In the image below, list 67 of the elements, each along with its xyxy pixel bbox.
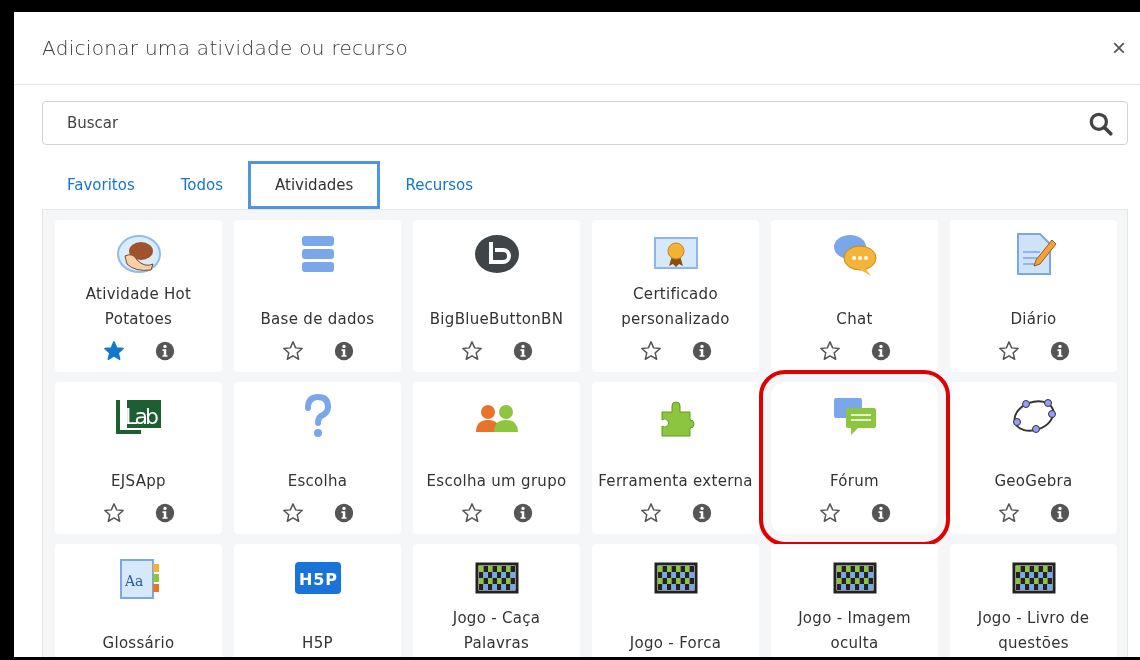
activity-card[interactable]: Jogo - Imagem oculta bbox=[771, 544, 938, 657]
activity-card[interactable]: Atividade Hot Potatoes bbox=[55, 220, 222, 372]
activity-name: Escolha bbox=[286, 471, 349, 492]
search-field[interactable]: Buscar bbox=[42, 101, 1128, 145]
activity-card[interactable]: Diário bbox=[950, 220, 1117, 372]
activity-card[interactable]: BigBlueButtonBN bbox=[413, 220, 580, 372]
activity-name: Diário bbox=[1009, 309, 1058, 330]
star-outline-icon[interactable] bbox=[639, 502, 662, 524]
info-icon[interactable] bbox=[154, 503, 175, 523]
star-outline-icon[interactable] bbox=[460, 502, 483, 524]
activity-card[interactable]: Jogo - Caça Palavras bbox=[413, 544, 580, 657]
activity-card[interactable]: GeoGebra bbox=[950, 382, 1117, 534]
activity-name: EJSApp bbox=[110, 471, 167, 492]
info-icon[interactable] bbox=[870, 341, 891, 361]
tab[interactable]: Favoritos bbox=[46, 163, 156, 209]
info-icon[interactable] bbox=[691, 503, 712, 523]
info-icon[interactable] bbox=[333, 503, 354, 523]
activity-name: BigBlueButtonBN bbox=[428, 309, 565, 330]
activity-name: Jogo - Livro de questões bbox=[976, 608, 1091, 654]
star-icon[interactable] bbox=[102, 340, 125, 362]
activity-card[interactable]: Ferramenta externa bbox=[592, 382, 759, 534]
activity-name: Jogo - Forca bbox=[628, 633, 723, 654]
activity-name: Atividade Hot Potatoes bbox=[84, 284, 193, 330]
star-outline-icon[interactable] bbox=[818, 340, 841, 362]
activity-card[interactable]: Chat bbox=[771, 220, 938, 372]
activity-name: Fórum bbox=[828, 471, 881, 492]
activity-card[interactable]: Certificado personalizado bbox=[592, 220, 759, 372]
info-icon[interactable] bbox=[1049, 341, 1070, 361]
activity-card[interactable]: Escolha bbox=[234, 382, 401, 534]
star-outline-icon[interactable] bbox=[281, 502, 304, 524]
star-outline-icon[interactable] bbox=[460, 340, 483, 362]
star-outline-icon[interactable] bbox=[997, 340, 1020, 362]
activity-name: H5P bbox=[301, 633, 334, 654]
search-icon bbox=[1088, 111, 1114, 137]
star-outline-icon[interactable] bbox=[639, 340, 662, 362]
info-icon[interactable] bbox=[512, 503, 533, 523]
activity-name: Jogo - Imagem oculta bbox=[796, 608, 912, 654]
activity-name: Escolha um grupo bbox=[425, 471, 568, 492]
activity-name: Certificado personalizado bbox=[620, 284, 731, 330]
activity-card[interactable]: Aa Glossário bbox=[55, 544, 222, 657]
info-icon[interactable] bbox=[1049, 503, 1070, 523]
tab[interactable]: Todos bbox=[159, 163, 245, 209]
activity-name: GeoGebra bbox=[993, 471, 1074, 492]
activity-name: Glossário bbox=[101, 633, 176, 654]
info-icon[interactable] bbox=[333, 341, 354, 361]
activity-name: Chat bbox=[835, 309, 874, 330]
tab[interactable]: Atividades bbox=[248, 161, 381, 209]
info-icon[interactable] bbox=[870, 503, 891, 523]
info-icon[interactable] bbox=[512, 341, 533, 361]
activity-card[interactable]: Jogo - Livro de questões bbox=[950, 544, 1117, 657]
activity-name: Ferramenta externa bbox=[597, 471, 754, 492]
activity-card[interactable]: Jogo - Forca bbox=[592, 544, 759, 657]
info-icon[interactable] bbox=[154, 341, 175, 361]
activity-card[interactable]: Base de dados bbox=[234, 220, 401, 372]
activity-card[interactable]: Escolha um grupo bbox=[413, 382, 580, 534]
close-button[interactable]: × bbox=[1110, 34, 1128, 62]
dialog-title: Adicionar uma atividade ou recurso bbox=[42, 36, 409, 60]
activity-card[interactable]: H5P H5P bbox=[234, 544, 401, 657]
star-outline-icon[interactable] bbox=[818, 502, 841, 524]
star-outline-icon[interactable] bbox=[102, 502, 125, 524]
activity-name: Base de dados bbox=[259, 309, 376, 330]
tab[interactable]: Recursos bbox=[384, 163, 495, 209]
star-outline-icon[interactable] bbox=[281, 340, 304, 362]
activity-card[interactable]: Lab EJSApp bbox=[55, 382, 222, 534]
info-icon[interactable] bbox=[691, 341, 712, 361]
activity-name: Jogo - Caça Palavras bbox=[451, 608, 542, 654]
star-outline-icon[interactable] bbox=[997, 502, 1020, 524]
